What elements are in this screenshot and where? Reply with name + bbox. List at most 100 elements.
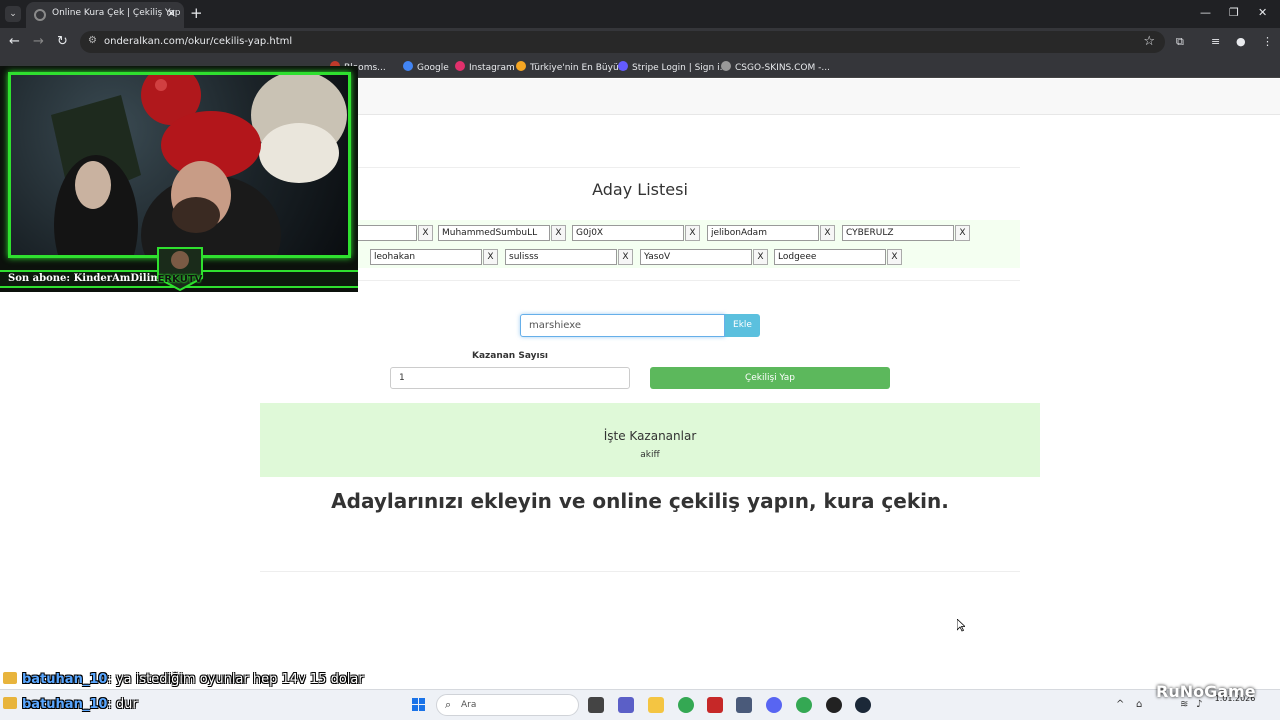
start-menu-icon[interactable] [412,698,426,712]
chat-badge-icon [3,697,17,709]
mouse-cursor-icon [957,619,965,632]
bookmark-item[interactable]: CSGO-SKINS.COM -... [721,61,830,73]
extensions-icon[interactable]: ⧉ [1176,35,1184,49]
remove-candidate-button[interactable]: X [820,225,835,241]
webcam-scene-image [51,75,347,255]
tab-title: Online Kura Çek | Çekiliş Yap [52,8,181,18]
forward-arrow-icon[interactable]: → [33,34,44,50]
app-icon[interactable] [736,697,752,713]
winner-name: akiff [640,450,660,460]
winner-count-label: Kazanan Sayısı [471,351,549,361]
back-arrow-icon[interactable]: ← [9,34,20,50]
profile-icon[interactable]: ● [1236,35,1246,48]
candidate-input[interactable] [842,225,954,241]
address-bar[interactable]: ⚙ onderalkan.com/okur/cekilis-yap.html ☆ [80,31,1165,53]
bookmark-icon [516,61,526,71]
minimize-icon[interactable]: — [1200,6,1211,19]
subscriber-banner-text: Son abone: KinderAmDilim88 [8,273,175,284]
page-tagline: Adaylarınızı ekleyin ve online çekiliş y… [331,489,949,513]
chrome-icon[interactable] [796,697,812,713]
remove-candidate-button[interactable]: X [887,249,902,265]
obs-icon[interactable] [826,697,842,713]
webcam-video [8,72,351,258]
tab-favicon-icon [34,9,46,21]
tray-expand-icon[interactable]: ^ [1116,699,1124,710]
winners-title: İşte Kazananlar [603,429,697,443]
new-tab-button[interactable]: + [190,5,203,21]
bookmark-item[interactable]: Instagram [455,61,515,73]
bookmark-label: Stripe Login | Sign i... [632,63,729,73]
file-explorer-icon[interactable] [648,697,664,713]
bookmark-item[interactable]: Stripe Login | Sign i... [618,61,728,73]
bookmark-label: CSGO-SKINS.COM -... [735,63,830,73]
remove-candidate-button[interactable]: X [483,249,498,265]
bookmark-icon [721,61,731,71]
chat-text: : ya istediğim oyunlar hep 14v 15 dolar [107,672,364,687]
draw-button[interactable]: Çekilişi Yap [650,367,890,389]
stripe-icon [618,61,628,71]
candidate-list: X X X X X X X X X [260,220,1020,268]
candidate-input[interactable] [640,249,752,265]
divider [260,280,1020,281]
app-icon[interactable] [707,697,723,713]
chat-message: batuhan_10: ya istediğim oyunlar hep 14v… [3,672,364,687]
reading-list-icon[interactable]: ≡ [1211,35,1220,48]
steam-icon[interactable] [855,697,871,713]
remove-candidate-button[interactable]: X [551,225,566,241]
bookmark-label: Türkiye'nin En Büyü... [530,63,628,73]
chrome-icon[interactable] [678,697,694,713]
chat-username: batuhan_10 [22,697,108,712]
channel-logo-text: ERKUTV [157,274,203,285]
channel-watermark: RuNoGame [1156,682,1256,701]
candidate-input[interactable] [505,249,617,265]
browser-tab-bar: ⌄ Online Kura Çek | Çekiliş Yap ✕ + — ❐ … [0,0,1280,28]
menu-dots-icon[interactable]: ⋮ [1262,35,1273,48]
remove-candidate-button[interactable]: X [685,225,700,241]
bookmark-star-icon[interactable]: ☆ [1143,34,1155,49]
search-icon: ⌕ [445,698,452,711]
chat-text: : dur [107,697,138,712]
bookmark-item[interactable]: Google [403,61,449,73]
winners-panel: İşte Kazananlar akiff [260,403,1040,477]
google-icon [403,61,413,71]
bookmark-label: Instagram [469,63,515,73]
browser-tab-active[interactable]: Online Kura Çek | Çekiliş Yap ✕ [26,2,184,28]
add-candidate-button[interactable]: Ekle [725,314,760,337]
candidate-input[interactable] [438,225,550,241]
instagram-icon [455,61,465,71]
discord-icon[interactable] [766,697,782,713]
divider [260,571,1020,572]
remove-candidate-button[interactable]: X [753,249,768,265]
close-window-icon[interactable]: ✕ [1258,6,1267,19]
browser-toolbar: ← → ↻ ⚙ onderalkan.com/okur/cekilis-yap.… [0,28,1280,56]
tab-search-button[interactable]: ⌄ [5,6,21,22]
candidate-input[interactable] [572,225,684,241]
windows-taskbar: -1°C ⌕ Ara ^ ⌂ ≋ ♪ 1.01.2026 [0,689,1280,720]
remove-candidate-button[interactable]: X [618,249,633,265]
chat-username: batuhan_10 [22,672,108,687]
bookmark-item[interactable]: Türkiye'nin En Büyü... [516,61,627,73]
network-icon[interactable]: ⌂ [1136,699,1142,710]
candidate-input[interactable] [707,225,819,241]
bookmark-label: Google [417,63,449,73]
webcam-overlay: Son abone: KinderAmDilim88 ERKUTV [0,66,358,292]
taskbar-search[interactable]: ⌕ Ara [436,694,579,716]
restore-icon[interactable]: ❐ [1229,6,1239,19]
teams-icon[interactable] [618,697,634,713]
chat-badge-icon [3,672,17,684]
reload-icon[interactable]: ↻ [57,34,68,50]
site-info-icon[interactable]: ⚙ [88,35,97,46]
channel-logo: ERKUTV [152,244,208,292]
candidate-input[interactable] [774,249,886,265]
task-view-icon[interactable] [588,697,604,713]
tab-close-icon[interactable]: ✕ [167,7,176,20]
candidate-list-heading: Aday Listesi [592,180,688,199]
divider [260,167,1020,168]
winner-count-input[interactable] [390,367,630,389]
remove-candidate-button[interactable]: X [955,225,970,241]
candidate-input[interactable] [370,249,482,265]
add-candidate-input[interactable] [520,314,725,337]
remove-candidate-button[interactable]: X [418,225,433,241]
taskbar-search-placeholder: Ara [461,700,477,710]
chat-message: batuhan_10: dur [3,697,138,712]
